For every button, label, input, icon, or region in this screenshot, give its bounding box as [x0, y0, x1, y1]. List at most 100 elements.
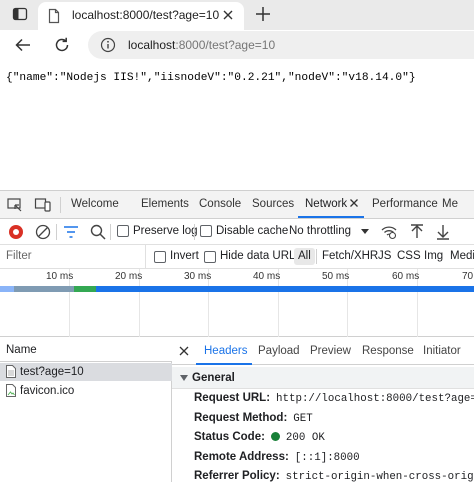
filter-img[interactable]: Img — [420, 248, 447, 265]
header-field-request-method: Request Method: GET — [194, 412, 313, 425]
refresh-icon[interactable] — [53, 36, 71, 54]
page-icon — [48, 8, 60, 24]
tab-performance[interactable]: Performance — [372, 198, 438, 210]
status-ok-icon — [270, 432, 280, 441]
active-tab-indicator — [298, 216, 364, 218]
record-icon[interactable] — [7, 223, 25, 241]
new-tab-icon[interactable] — [254, 5, 272, 23]
field-value: 200 OK — [285, 432, 325, 444]
field-value: GET — [293, 413, 313, 425]
preserve-log-label: Preserve log — [133, 225, 198, 237]
tab-sources[interactable]: Sources — [252, 198, 294, 210]
preserve-log-checkbox[interactable] — [117, 225, 129, 237]
field-value: strict-origin-when-cross-origin — [285, 471, 474, 482]
header-field-remote-address: Remote Address: [::1]:8000 — [194, 451, 360, 464]
import-har-icon[interactable] — [408, 223, 426, 241]
device-toolbar-icon[interactable] — [34, 196, 52, 214]
details-tab-bar: Headers Payload Preview Response Initiat… — [172, 337, 474, 365]
general-section-header[interactable]: General — [172, 367, 474, 389]
filter-media[interactable]: Medi — [446, 248, 474, 265]
field-value: http://localhost:8000/test?age=10 — [276, 393, 474, 405]
name-column-header[interactable]: Name — [0, 340, 172, 362]
info-icon[interactable] — [100, 37, 116, 53]
url-path: :8000/test?age=10 — [175, 38, 276, 52]
field-key: Remote Address: — [194, 451, 289, 463]
tab-preview[interactable]: Preview — [310, 345, 351, 357]
tab-actions-icon[interactable] — [12, 6, 28, 22]
tick-label: 70 — [462, 271, 474, 282]
export-har-icon[interactable] — [434, 223, 452, 241]
url-host: localhost — [128, 38, 176, 52]
request-name: test?age=10 — [20, 366, 84, 378]
search-icon[interactable] — [89, 223, 107, 241]
close-details-icon[interactable] — [178, 345, 190, 357]
tab-response[interactable]: Response — [362, 345, 414, 357]
separator — [110, 224, 111, 240]
header-field-request-url: Request URL: http://localhost:8000/test?a… — [194, 392, 474, 405]
tab-console[interactable]: Console — [199, 198, 241, 210]
tab-welcome[interactable]: Welcome — [71, 198, 119, 210]
tab-title: localhost:8000/test?age=10 — [72, 8, 220, 22]
name-column-label: Name — [6, 344, 37, 356]
disable-cache-checkbox[interactable] — [200, 225, 212, 237]
request-list: Name test?age=10 favicon.ico — [0, 340, 172, 482]
hide-data-urls-label: Hide data URLs — [220, 250, 302, 262]
tick-label: 40 ms — [253, 271, 281, 282]
tick-label: 10 ms — [46, 271, 74, 282]
chevron-down-icon[interactable] — [361, 229, 369, 234]
clear-icon[interactable] — [34, 223, 52, 241]
filter-input[interactable]: Filter — [0, 245, 146, 268]
tab-payload[interactable]: Payload — [258, 345, 300, 357]
request-name: favicon.ico — [20, 385, 75, 397]
filter-bar: Filter Invert Hide data URLs All Fetch/X… — [0, 245, 474, 269]
address-bar[interactable]: localhost:8000/test?age=10 — [88, 31, 474, 59]
close-network-tab-icon[interactable] — [347, 196, 361, 210]
document-icon — [6, 365, 16, 378]
tab-headers[interactable]: Headers — [204, 345, 247, 357]
throttling-select[interactable]: No throttling — [289, 225, 351, 237]
section-title: General — [192, 372, 235, 384]
invert-checkbox[interactable] — [154, 251, 166, 263]
request-row[interactable]: favicon.ico — [0, 382, 172, 400]
separator — [60, 197, 61, 213]
separator — [194, 224, 195, 240]
filter-placeholder: Filter — [6, 250, 32, 262]
field-key: Request URL: — [194, 392, 271, 404]
network-conditions-icon[interactable] — [380, 223, 398, 241]
tick-label: 50 ms — [322, 271, 350, 282]
back-arrow-icon[interactable] — [14, 36, 32, 54]
inspect-element-icon[interactable] — [6, 196, 24, 214]
filter-all[interactable]: All — [294, 248, 315, 265]
invert-label: Invert — [170, 250, 199, 262]
filter-icon[interactable] — [62, 223, 80, 241]
tab-memory[interactable]: Me — [442, 198, 458, 210]
browser-tab-strip: localhost:8000/test?age=10 — [0, 0, 474, 30]
browser-tab[interactable]: localhost:8000/test?age=10 — [38, 2, 244, 30]
expand-triangle-icon — [180, 375, 188, 381]
network-toolbar: Preserve log Disable cache No throttling — [0, 219, 474, 245]
tick-label: 60 ms — [392, 271, 420, 282]
json-response-body: {"name":"Nodejs IIS!","iisnodeV":"0.2.21… — [6, 72, 416, 84]
header-field-status-code: Status Code: 200 OK — [194, 431, 325, 444]
image-file-icon — [6, 384, 16, 397]
separator — [56, 224, 57, 240]
timing-segment-download — [74, 286, 96, 292]
hide-data-urls-checkbox[interactable] — [204, 251, 216, 263]
network-overview-timeline[interactable]: 10 ms 20 ms 30 ms 40 ms 50 ms 60 ms 70 — [0, 269, 474, 337]
url-text: localhost:8000/test?age=10 — [128, 38, 275, 52]
field-value: [::1]:8000 — [294, 452, 360, 464]
filter-fetch-xhr[interactable]: Fetch/XHR — [318, 248, 382, 265]
timing-segment-queue — [0, 286, 14, 292]
header-field-referrer-policy: Referrer Policy: strict-origin-when-cross… — [194, 470, 474, 482]
request-row[interactable]: test?age=10 — [0, 363, 172, 381]
close-icon[interactable] — [220, 7, 236, 23]
tab-initiator[interactable]: Initiator — [423, 345, 461, 357]
timing-segment-wait — [14, 286, 74, 292]
field-key: Request Method: — [194, 412, 288, 424]
tick-label: 30 ms — [184, 271, 212, 282]
tab-elements[interactable]: Elements — [141, 198, 189, 210]
separator — [316, 249, 317, 264]
active-tab-indicator — [196, 363, 252, 365]
field-key: Status Code: — [194, 431, 265, 443]
tab-network[interactable]: Network — [305, 198, 347, 210]
